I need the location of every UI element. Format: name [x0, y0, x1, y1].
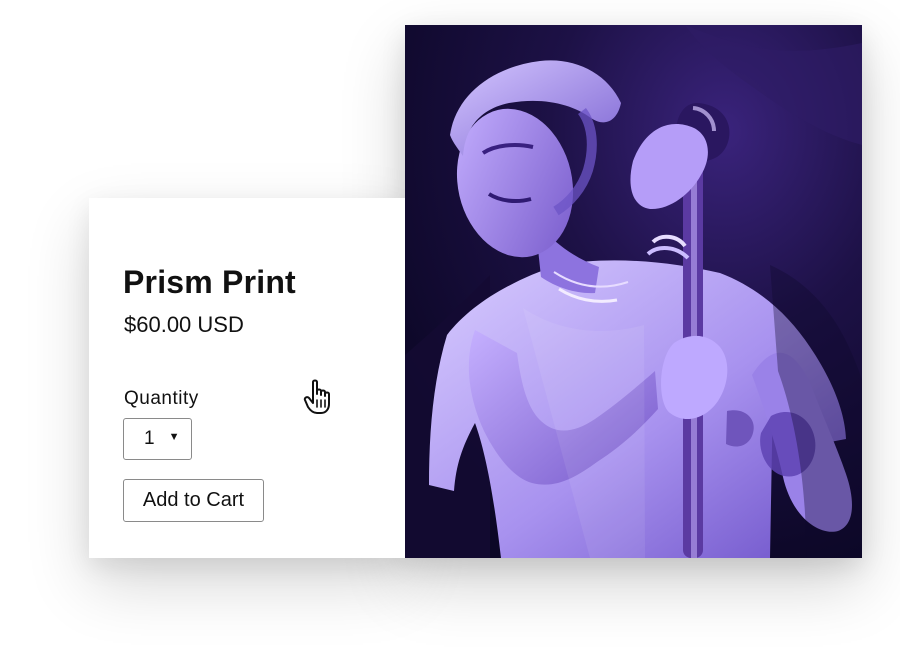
- product-preview-stage: Prism Print $60.00 USD Quantity 1 ▼ Add …: [0, 0, 900, 658]
- product-title: Prism Print: [123, 264, 296, 300]
- quantity-select[interactable]: 1 ▼: [123, 418, 192, 460]
- chevron-down-icon: ▼: [168, 431, 180, 443]
- performer-photo: [405, 25, 862, 558]
- quantity-value: 1: [144, 428, 155, 449]
- add-to-cart-button[interactable]: Add to Cart: [123, 479, 264, 522]
- quantity-label: Quantity: [124, 388, 199, 409]
- product-photo: [405, 25, 862, 558]
- product-card: Prism Print $60.00 USD Quantity 1 ▼ Add …: [89, 198, 405, 558]
- product-price: $60.00 USD: [124, 312, 244, 337]
- hand-pointer-icon: [303, 379, 330, 414]
